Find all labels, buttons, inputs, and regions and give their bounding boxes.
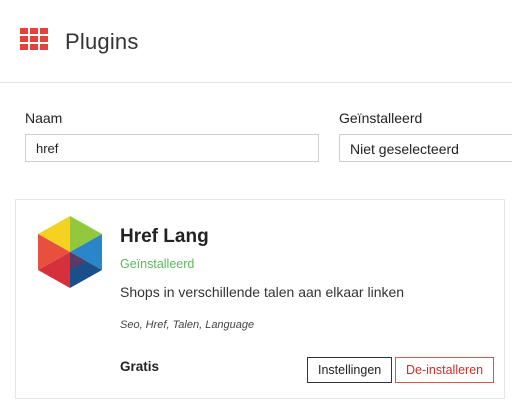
plugin-status: Geïnstalleerd: [120, 257, 195, 271]
plugin-tags: Seo, Href, Talen, Language: [120, 319, 255, 331]
apps-grid-icon[interactable]: [20, 28, 48, 50]
plugin-description: Shops in verschillende talen aan elkaar …: [120, 284, 405, 300]
installed-filter-label: Geïnstalleerd: [339, 110, 423, 126]
installed-filter-select[interactable]: Niet geselecteerd: [339, 134, 512, 162]
settings-button[interactable]: Instellingen: [307, 357, 393, 383]
name-filter-label: Naam: [25, 110, 63, 126]
plugin-price: Gratis: [120, 359, 160, 374]
page-title: Plugins: [65, 29, 139, 54]
page-header: Plugins: [0, 0, 512, 83]
href-lang-logo-icon: [38, 216, 102, 288]
installed-filter-value: Niet geselecteerd: [350, 141, 459, 157]
plugin-name: Href Lang: [120, 226, 209, 247]
name-filter-input[interactable]: [25, 134, 319, 162]
uninstall-button[interactable]: De-installeren: [395, 357, 495, 383]
plugin-card: Href Lang Geïnstalleerd Shops in verschi…: [15, 199, 505, 399]
